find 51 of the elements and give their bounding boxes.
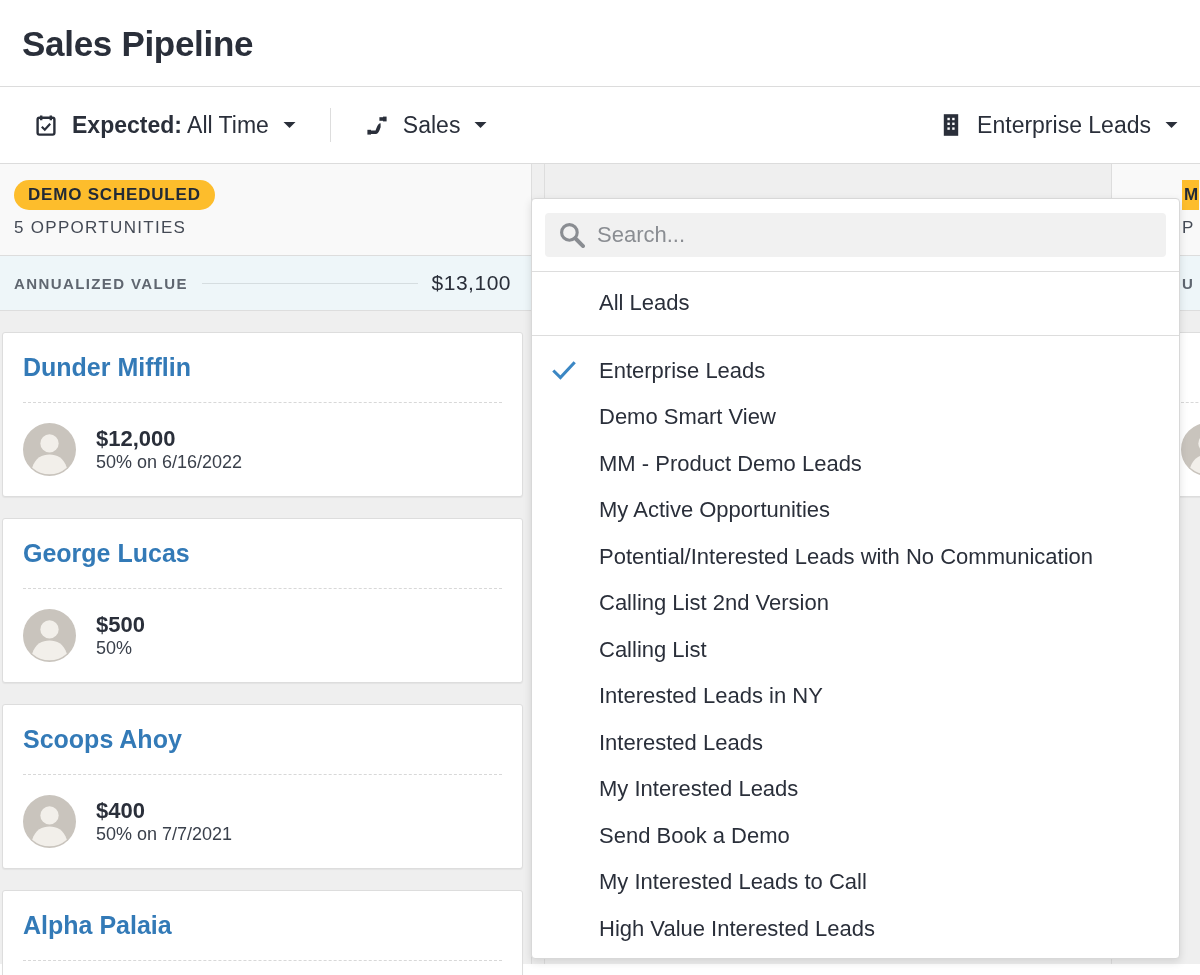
lead-name-link[interactable]: Scoops Ahoy — [23, 725, 182, 754]
search-field[interactable]: Search... — [545, 213, 1166, 257]
opportunity-card[interactable]: Dunder Mifflin $12,000 50% on 6/16/2022 — [2, 332, 523, 497]
menu-item[interactable]: Calling List 2nd Version — [532, 580, 1179, 627]
stage-badge: DEMO SCHEDULED — [14, 180, 215, 210]
view-filter-button[interactable]: Enterprise Leads — [939, 107, 1178, 143]
menu-item[interactable]: Interested Leads in NY — [532, 673, 1179, 720]
date-filter-button[interactable]: Expected: All Time — [34, 107, 296, 143]
lead-name-link[interactable]: George Lucas — [23, 539, 190, 568]
opportunity-card[interactable]: Scoops Ahoy $400 50% on 7/7/2021 — [2, 704, 523, 869]
pipeline-filter-button[interactable]: Sales — [364, 107, 488, 143]
opportunity-card[interactable]: Alpha Palaia — [2, 890, 523, 975]
avatar-icon — [23, 423, 76, 476]
menu-item[interactable]: Demo Smart View — [532, 394, 1179, 441]
deal-probability: 50% on 6/16/2022 — [96, 452, 243, 473]
check-icon — [552, 361, 576, 381]
menu-item[interactable]: Enterprise Leads — [532, 347, 1179, 394]
annualized-value: $13,100 — [431, 271, 511, 295]
menu-item[interactable]: My Interested Leads to Call — [532, 859, 1179, 906]
menu-item[interactable]: High Value Interested Leads — [532, 905, 1179, 952]
menu-item[interactable]: MM - Product Demo Leads — [532, 440, 1179, 487]
building-icon — [943, 114, 959, 136]
menu-item[interactable]: All Leads — [532, 280, 1179, 327]
opportunity-card[interactable]: George Lucas $500 50% — [2, 518, 523, 683]
caret-icon — [1165, 122, 1178, 128]
avatar-icon — [23, 609, 76, 662]
menu-item[interactable]: Interested Leads — [532, 719, 1179, 766]
menu-item[interactable]: Potential/Interested Leads with No Communication — [532, 533, 1179, 580]
menu-item[interactable]: My Active Opportunities — [532, 487, 1179, 534]
avatar-icon — [23, 795, 76, 848]
caret-icon — [283, 122, 296, 128]
value-label: U — [1182, 274, 1195, 292]
deal-probability: 50% — [96, 638, 134, 659]
opportunity-count: P — [1182, 218, 1195, 238]
deal-amount: $500 — [96, 612, 145, 638]
opportunity-count: 5 OPPORTUNITIES — [14, 218, 187, 238]
lead-name-link[interactable]: Alpha Palaia — [23, 911, 172, 940]
deal-amount: $400 — [96, 798, 146, 824]
pipeline-icon — [367, 116, 387, 135]
menu-item[interactable]: Send Book a Demo — [532, 812, 1179, 859]
calendar-check-icon — [36, 114, 56, 136]
value-label: ANNUALIZED VALUE — [14, 274, 188, 292]
deal-probability: 50% on 7/7/2021 — [96, 824, 233, 845]
stage-badge: M — [1182, 180, 1199, 210]
caret-icon — [474, 122, 487, 128]
menu-item[interactable]: My Interested Leads — [532, 766, 1179, 813]
deal-amount: $12,000 — [96, 426, 177, 452]
page-title: Sales Pipeline — [21, 23, 255, 65]
menu-item[interactable]: Calling List — [532, 626, 1179, 673]
lead-name-link[interactable]: Dunder Mifflin — [23, 353, 192, 382]
search-icon — [560, 223, 585, 248]
